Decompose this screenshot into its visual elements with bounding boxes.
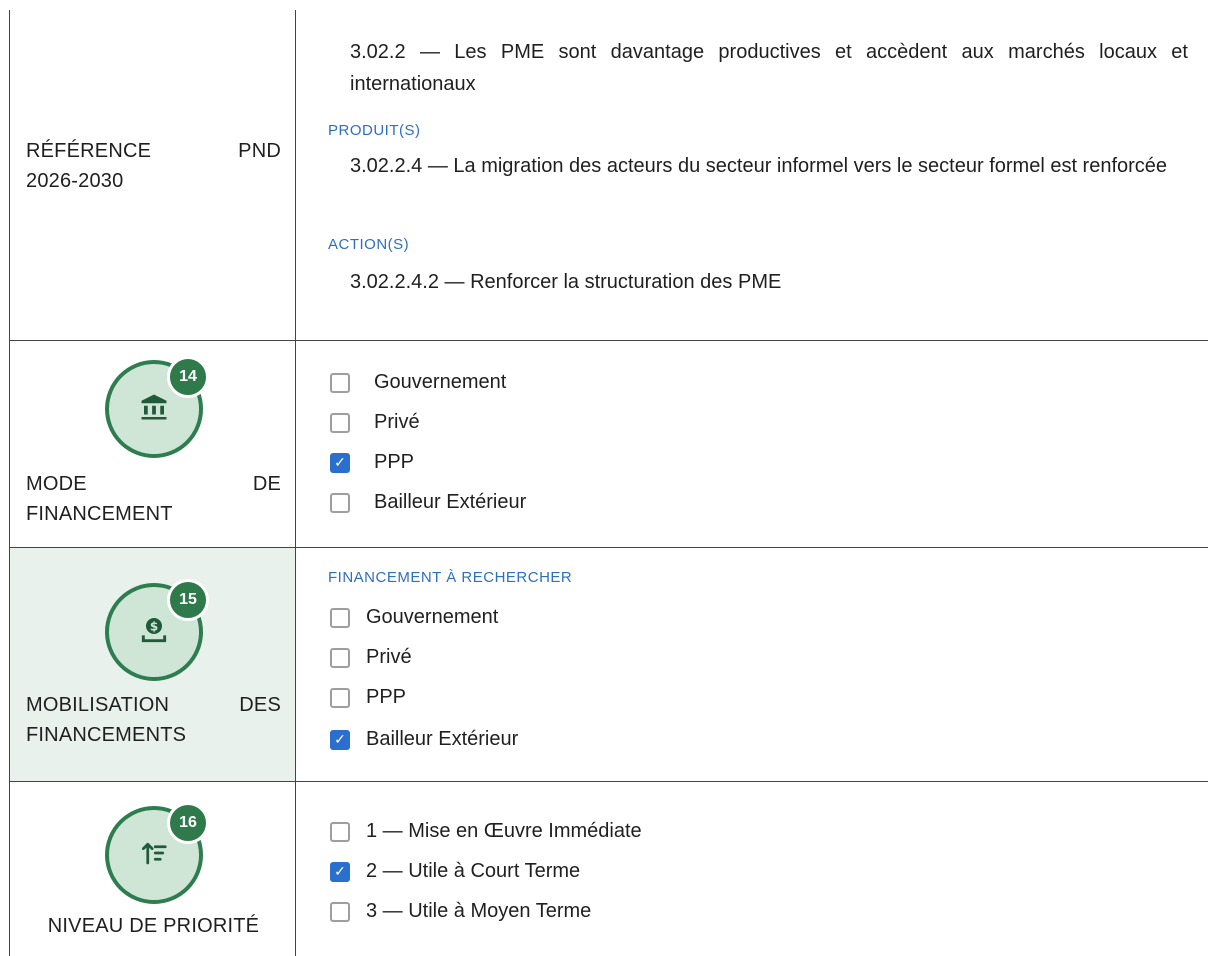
mode-financement-label-word-1: MODE xyxy=(26,473,87,495)
mobilisation-checkbox-prive[interactable] xyxy=(330,647,350,668)
mobilisation-label-word-2: DES xyxy=(239,694,281,716)
mobilisation-option-gouvernement[interactable]: Gouvernement xyxy=(330,606,498,629)
mode-option-label: Gouvernement xyxy=(374,371,507,393)
svg-text:$: $ xyxy=(150,619,158,633)
priorite-icon-circle: 16 xyxy=(105,802,209,904)
mobilisation-option-prive[interactable]: Privé xyxy=(330,646,412,669)
mode-financement-icon-circle: 14 xyxy=(105,356,209,458)
mode-checkbox-gouvernement[interactable] xyxy=(330,372,350,393)
reference-label-line-2: 2026-2030 xyxy=(26,170,124,192)
reference-label: RÉFÉRENCE PND 2026-2030 xyxy=(26,136,281,196)
mobilisation-option-label: Bailleur Extérieur xyxy=(366,728,519,750)
priorite-option-label: 2 — Utile à Court Terme xyxy=(366,860,581,882)
priorite-checkbox-1[interactable] xyxy=(330,821,350,842)
mobilisation-label-cell: $ 15 MOBILISATION DES FINANCEMENTS xyxy=(10,548,295,782)
mobilisation-option-label: Gouvernement xyxy=(366,606,499,628)
row-divider-1 xyxy=(9,340,1208,341)
check-icon: ✓ xyxy=(334,863,346,879)
priorite-option-3[interactable]: 3 — Utile à Moyen Terme xyxy=(330,900,591,923)
mode-financement-label-line-2: FINANCEMENT xyxy=(26,503,173,525)
mobilisation-label: MOBILISATION DES FINANCEMENTS xyxy=(26,690,281,750)
form-page: RÉFÉRENCE PND 2026-2030 3.02.2 — Les PME… xyxy=(0,0,1208,956)
mobilisation-checkbox-bailleur-exterieur[interactable]: ✓ xyxy=(330,729,350,750)
mobilisation-checkbox-gouvernement[interactable] xyxy=(330,607,350,628)
mode-financement-label-cell: 14 MODE DE FINANCEMENT xyxy=(10,341,295,548)
mode-option-ppp[interactable]: ✓ PPP xyxy=(330,451,414,474)
mode-option-gouvernement[interactable]: Gouvernement xyxy=(330,371,506,394)
mode-financement-content-cell: Gouvernement Privé ✓ PPP Bailleur Extéri… xyxy=(296,341,1208,548)
priorite-option-1[interactable]: 1 — Mise en Œuvre Immédiate xyxy=(330,820,642,843)
reference-label-cell: RÉFÉRENCE PND 2026-2030 xyxy=(10,0,295,341)
priorite-checkbox-2[interactable]: ✓ xyxy=(330,861,350,882)
mobilisation-content-cell: FINANCEMENT À RECHERCHER Gouvernement Pr… xyxy=(296,548,1208,782)
financement-a-rechercher-heading: FINANCEMENT À RECHERCHER xyxy=(328,569,573,586)
sort-priority-icon xyxy=(139,838,169,873)
priorite-option-label: 3 — Utile à Moyen Terme xyxy=(366,900,592,922)
mode-checkbox-prive[interactable] xyxy=(330,412,350,433)
priorite-option-label: 1 — Mise en Œuvre Immédiate xyxy=(366,820,642,842)
table-column-divider xyxy=(295,10,296,956)
check-icon: ✓ xyxy=(334,731,346,747)
mobilisation-option-bailleur-exterieur[interactable]: ✓ Bailleur Extérieur xyxy=(330,728,518,751)
objective-text: 3.02.2 — Les PME sont davantage producti… xyxy=(350,41,1188,95)
priorite-row: 16 NIVEAU DE PRIORITÉ 1 — Mise en Œuvre … xyxy=(10,782,1208,956)
mode-checkbox-bailleur-exterieur[interactable] xyxy=(330,492,350,513)
mode-financement-row: 14 MODE DE FINANCEMENT Gouvernement Priv… xyxy=(10,341,1208,548)
mode-option-prive[interactable]: Privé xyxy=(330,411,420,434)
priorite-option-2[interactable]: ✓ 2 — Utile à Court Terme xyxy=(330,860,580,883)
mode-option-label: Privé xyxy=(374,411,420,433)
row-divider-2 xyxy=(9,547,1208,548)
mode-checkbox-ppp[interactable]: ✓ xyxy=(330,452,350,473)
check-icon: ✓ xyxy=(334,454,346,470)
priorite-label-cell: 16 NIVEAU DE PRIORITÉ xyxy=(10,782,295,956)
priorite-content-cell: 1 — Mise en Œuvre Immédiate ✓ 2 — Utile … xyxy=(296,782,1208,956)
row-divider-3 xyxy=(9,781,1208,782)
bank-icon xyxy=(139,392,169,427)
mobilisation-row: $ 15 MOBILISATION DES FINANCEMENTS FINAN… xyxy=(10,548,1208,782)
priorite-label: NIVEAU DE PRIORITÉ xyxy=(47,915,260,937)
money-deposit-icon: $ xyxy=(138,614,170,651)
mobilisation-number-badge: 15 xyxy=(167,579,209,621)
mode-option-bailleur-exterieur[interactable]: Bailleur Extérieur xyxy=(330,491,526,514)
reference-label-word-1: RÉFÉRENCE xyxy=(26,140,152,162)
mobilisation-option-label: PPP xyxy=(366,686,407,708)
reference-label-word-2: PND xyxy=(238,140,281,162)
produit-text: 3.02.2.4 — La migration des acteurs du s… xyxy=(350,155,1168,177)
priorite-checkbox-3[interactable] xyxy=(330,901,350,922)
mode-option-label: Bailleur Extérieur xyxy=(374,491,527,513)
mode-option-label: PPP xyxy=(374,451,415,473)
mode-financement-label-word-2: DE xyxy=(252,473,281,495)
mode-financement-number-badge: 14 xyxy=(167,356,209,398)
reference-row: RÉFÉRENCE PND 2026-2030 3.02.2 — Les PME… xyxy=(10,0,1208,341)
mobilisation-option-label: Privé xyxy=(366,646,412,668)
actions-heading: ACTION(S) xyxy=(328,236,410,253)
mobilisation-icon-circle: $ 15 xyxy=(105,579,209,681)
table-left-border xyxy=(9,10,10,956)
mode-financement-label: MODE DE FINANCEMENT xyxy=(26,469,281,529)
reference-content-cell: 3.02.2 — Les PME sont davantage producti… xyxy=(296,0,1208,341)
priorite-number-badge: 16 xyxy=(167,802,209,844)
mobilisation-label-word-1: MOBILISATION xyxy=(26,694,170,716)
produits-heading: PRODUIT(S) xyxy=(328,122,421,139)
mobilisation-label-line-2: FINANCEMENTS xyxy=(26,724,187,746)
mobilisation-option-ppp[interactable]: PPP xyxy=(330,686,406,709)
action-text: 3.02.2.4.2 — Renforcer la structuration … xyxy=(350,271,782,293)
mobilisation-checkbox-ppp[interactable] xyxy=(330,687,350,708)
